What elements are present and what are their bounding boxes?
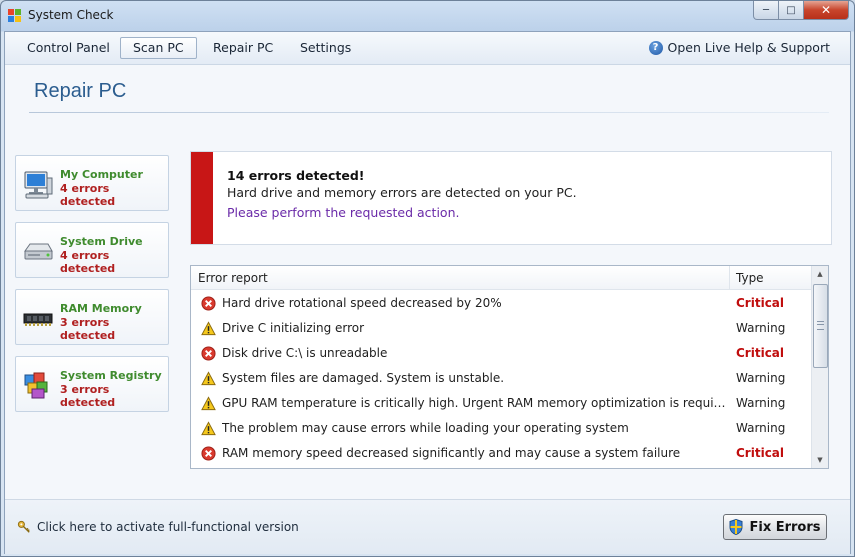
- warning-icon: [201, 396, 216, 411]
- error-icon: [201, 446, 216, 461]
- close-button[interactable]: ✕: [804, 1, 849, 20]
- hard-drive-icon: [24, 243, 53, 260]
- close-icon: ✕: [820, 3, 832, 17]
- error-type: Warning: [736, 371, 786, 385]
- warning-icon: [201, 321, 216, 336]
- column-separator: [729, 266, 730, 289]
- alert-description: Hard drive and memory errors are detecte…: [227, 185, 577, 200]
- scrollbar-thumb[interactable]: [813, 284, 828, 368]
- table-row[interactable]: Disk drive C:\ is unreadable Critical: [191, 341, 811, 366]
- sidebar-item-count: 3 errors detected: [60, 383, 116, 409]
- table-row[interactable]: Hard drive rotational speed decreased by…: [191, 291, 811, 316]
- error-report-table: Error report Type Hard drive rotational …: [190, 265, 829, 469]
- windows-logo-icon: [8, 9, 21, 22]
- help-link[interactable]: ? Open Live Help & Support: [648, 40, 830, 55]
- shield-icon: [729, 519, 743, 535]
- maximize-icon: □: [786, 4, 796, 16]
- warning-icon: [201, 421, 216, 436]
- activate-link[interactable]: Click here to activate full-functional v…: [17, 520, 299, 534]
- client-area: Control Panel Scan PC Repair PC Settings…: [4, 31, 851, 554]
- error-text: Drive C initializing error: [222, 321, 365, 335]
- alert-action-text: Please perform the requested action.: [227, 205, 460, 220]
- ram-chip-icon: [23, 313, 53, 326]
- tab-settings[interactable]: Settings: [288, 37, 363, 59]
- help-label: Open Live Help & Support: [667, 40, 830, 55]
- help-icon: ?: [648, 40, 663, 55]
- error-type: Critical: [736, 346, 785, 360]
- alert-panel: 14 errors detected! Hard drive and memor…: [190, 151, 832, 245]
- error-text: RAM memory speed decreased significantly…: [222, 446, 681, 460]
- minimize-button[interactable]: ─: [753, 1, 779, 20]
- table-row[interactable]: RAM memory speed decreased significantly…: [191, 441, 811, 466]
- error-text: Hard drive rotational speed decreased by…: [222, 296, 502, 310]
- scroll-up-arrow-icon[interactable]: ▲: [812, 266, 828, 282]
- sidebar-item-ram-memory[interactable]: RAM Memory 3 errors detected: [15, 289, 169, 345]
- app-window: System Check ─ □ ✕ Control Panel Scan PC…: [0, 0, 855, 557]
- menu-bar: Control Panel Scan PC Repair PC Settings…: [5, 32, 850, 65]
- error-type: Warning: [736, 421, 786, 435]
- footer-bar: Click here to activate full-functional v…: [5, 499, 850, 554]
- window-title: System Check: [28, 8, 114, 22]
- sidebar-item-count: 3 errors detected: [60, 316, 116, 342]
- computer-icon: [24, 171, 53, 199]
- sidebar-item-label: System Registry: [60, 369, 162, 382]
- key-icon: [17, 520, 30, 533]
- table-header: Error report Type: [191, 266, 811, 290]
- tab-repair-pc[interactable]: Repair PC: [201, 37, 285, 59]
- sidebar-item-label: My Computer: [60, 168, 143, 181]
- window-controls: ─ □ ✕: [753, 1, 849, 20]
- fix-errors-label: Fix Errors: [749, 519, 821, 535]
- sidebar-item-label: RAM Memory: [60, 302, 142, 315]
- divider: [29, 112, 829, 113]
- sidebar-item-my-computer[interactable]: My Computer 4 errors detected: [15, 155, 169, 211]
- error-type: Critical: [736, 446, 785, 460]
- error-text: The problem may cause errors while loadi…: [222, 421, 629, 435]
- error-icon: [201, 346, 216, 361]
- sidebar-item-system-registry[interactable]: System Registry 3 errors detected: [15, 356, 169, 412]
- minimize-icon: ─: [762, 4, 770, 16]
- sidebar-item-label: System Drive: [60, 235, 143, 248]
- registry-icon: [24, 372, 48, 399]
- tab-scan-pc[interactable]: Scan PC: [120, 37, 197, 59]
- vertical-scrollbar[interactable]: ▲ ▼: [811, 266, 828, 468]
- error-type: Critical: [736, 296, 785, 310]
- column-header-error-report[interactable]: Error report: [198, 271, 268, 285]
- error-text: GPU RAM temperature is critically high. …: [222, 396, 727, 410]
- activate-label: Click here to activate full-functional v…: [37, 520, 299, 534]
- warning-icon: [201, 371, 216, 386]
- alert-accent-bar: [191, 152, 213, 244]
- sidebar-item-system-drive[interactable]: System Drive 4 errors detected: [15, 222, 169, 278]
- page-title: Repair PC: [34, 80, 127, 102]
- tab-control-panel[interactable]: Control Panel: [15, 37, 122, 59]
- error-icon: [201, 296, 216, 311]
- error-text: Disk drive C:\ is unreadable: [222, 346, 388, 360]
- error-text: System files are damaged. System is unst…: [222, 371, 505, 385]
- table-row[interactable]: Drive C initializing error Warning: [191, 316, 811, 341]
- sidebar-item-count: 4 errors detected: [60, 249, 116, 275]
- table-row[interactable]: System files are damaged. System is unst…: [191, 366, 811, 391]
- alert-heading: 14 errors detected!: [227, 168, 365, 183]
- error-type: Warning: [736, 396, 786, 410]
- table-row[interactable]: GPU RAM temperature is critically high. …: [191, 391, 811, 416]
- table-row[interactable]: The problem may cause errors while loadi…: [191, 416, 811, 441]
- sidebar-item-count: 4 errors detected: [60, 182, 116, 208]
- error-type: Warning: [736, 321, 786, 335]
- column-header-type[interactable]: Type: [736, 271, 764, 285]
- maximize-button[interactable]: □: [779, 1, 804, 20]
- scroll-down-arrow-icon[interactable]: ▼: [812, 452, 828, 468]
- grip-icon: [817, 321, 824, 330]
- fix-errors-button[interactable]: Fix Errors: [723, 514, 827, 540]
- title-bar[interactable]: System Check ─ □ ✕: [1, 1, 854, 31]
